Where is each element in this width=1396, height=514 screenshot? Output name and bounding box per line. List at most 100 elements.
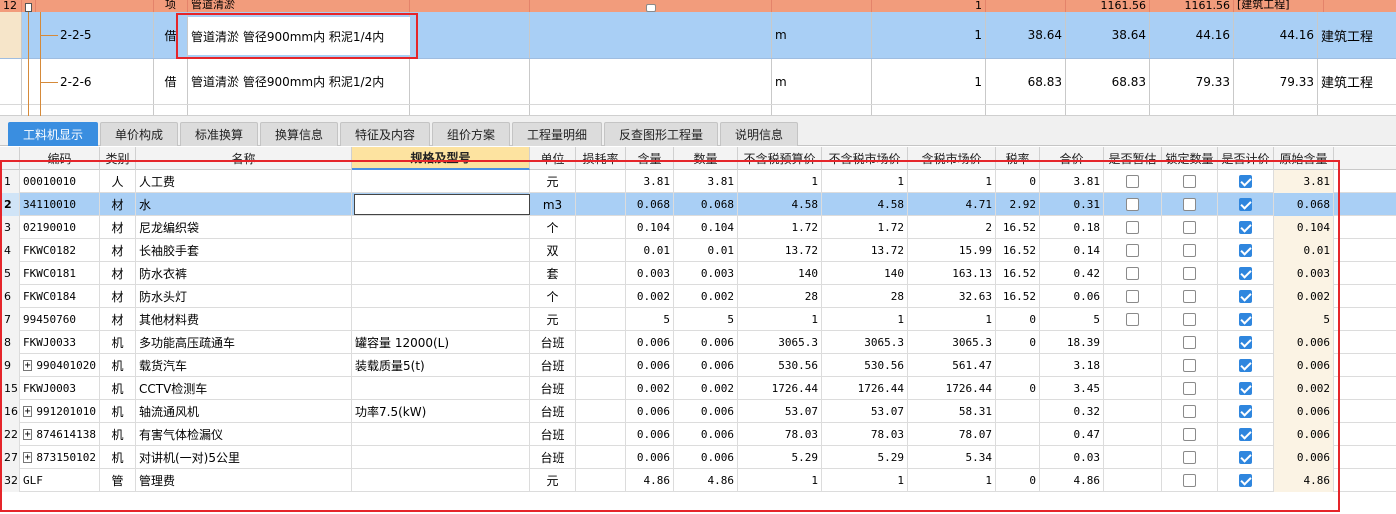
table-row[interactable]: 22 +874614138 机有害气体检漏仪 台班 0.006 0.006 78.03 78.… [0, 423, 1396, 446]
item-quantity[interactable]: 5 [674, 308, 738, 331]
item-quantity[interactable]: 0.006 [674, 446, 738, 469]
table-row[interactable]: 1 00010010 人人工费元 3.81 3.81 1 1 1 0 3.81 3.81 [0, 170, 1396, 193]
col-total[interactable]: 合价 [1040, 147, 1104, 170]
item-name[interactable]: 其他材料费 [136, 308, 352, 331]
item-is-priced-checkbox[interactable] [1239, 244, 1252, 257]
item-spec[interactable] [352, 469, 530, 492]
table-row[interactable]: 32 GLF 管管理费元 4.86 4.86 1 1 1 0 4.86 4.86 [0, 469, 1396, 492]
table-row[interactable]: 6 FKWC0184 材防水头灯个 0.002 0.002 28 28 32.63 16.52 0… [0, 285, 1396, 308]
item-quantity[interactable]: 0.006 [674, 400, 738, 423]
item-code[interactable]: +873150102 [20, 446, 100, 469]
item-name[interactable]: 尼龙编织袋 [136, 216, 352, 239]
item-code[interactable]: FKWC0181 [20, 262, 100, 285]
col-tax-market-price[interactable]: 含税市场价 [908, 147, 996, 170]
item-is-estimate-checkbox[interactable] [1126, 313, 1139, 326]
item-name[interactable]: 载货汽车 [136, 354, 352, 377]
item-spec[interactable] [352, 446, 530, 469]
item-lock-qty-checkbox[interactable] [1183, 451, 1196, 464]
item-is-priced-checkbox[interactable] [1239, 290, 1252, 303]
item-name[interactable]: 防水头灯 [136, 285, 352, 308]
item-is-priced-checkbox[interactable] [1239, 382, 1252, 395]
item-is-estimate-checkbox[interactable] [1126, 267, 1139, 280]
item-content[interactable]: 5 [626, 308, 674, 331]
item-code[interactable]: FKWC0182 [20, 239, 100, 262]
item-code[interactable]: +874614138 [20, 423, 100, 446]
collapse-icon[interactable] [22, 0, 36, 12]
item-quantity[interactable]: 3.81 [674, 170, 738, 193]
item-code[interactable]: 99450760 [20, 308, 100, 331]
item-content[interactable]: 3.81 [626, 170, 674, 193]
item-name[interactable]: 人工费 [136, 170, 352, 193]
item-lock-qty-checkbox[interactable] [1183, 359, 1196, 372]
col-loss-rate[interactable]: 损耗率 [576, 147, 626, 170]
item-name[interactable]: 长袖胶手套 [136, 239, 352, 262]
table-row[interactable]: 27 +873150102 机对讲机(一对)5公里 台班 0.006 0.006 5.29 5… [0, 446, 1396, 469]
item-lock-qty-checkbox[interactable] [1183, 474, 1196, 487]
item-quantity[interactable]: 0.003 [674, 262, 738, 285]
expand-icon[interactable]: + [23, 429, 33, 440]
item-quantity[interactable]: 0.006 [674, 423, 738, 446]
item-is-priced-checkbox[interactable] [1239, 359, 1252, 372]
item-is-estimate-checkbox[interactable] [1126, 290, 1139, 303]
spec-editor[interactable] [354, 194, 530, 215]
col-is-priced[interactable]: 是否计价 [1218, 147, 1274, 170]
item-lock-qty-checkbox[interactable] [1183, 198, 1196, 211]
col-content[interactable]: 含量 [626, 147, 674, 170]
quota-name-editor[interactable]: 管道清淤 管径900mm内 积泥1/4内 [188, 17, 410, 55]
tab-features[interactable]: 特征及内容 [340, 122, 430, 146]
item-quantity[interactable]: 0.006 [674, 331, 738, 354]
top-checkbox[interactable] [645, 4, 656, 12]
item-is-estimate-checkbox[interactable] [1126, 198, 1139, 211]
item-is-priced-checkbox[interactable] [1239, 198, 1252, 211]
item-is-priced-checkbox[interactable] [1239, 267, 1252, 280]
item-name[interactable]: 有害气体检漏仪 [136, 423, 352, 446]
expand-icon[interactable]: + [23, 406, 33, 417]
table-row[interactable]: 3 02190010 材尼龙编织袋个 0.104 0.104 1.72 1.72 2 16.52… [0, 216, 1396, 239]
item-lock-qty-checkbox[interactable] [1183, 405, 1196, 418]
item-spec[interactable] [352, 262, 530, 285]
col-quantity[interactable]: 数量 [674, 147, 738, 170]
quota-name[interactable]: 管道清淤 [188, 0, 410, 12]
item-is-priced-checkbox[interactable] [1239, 474, 1252, 487]
item-code[interactable]: +990401020 [20, 354, 100, 377]
col-budget-price[interactable]: 不含税预算价 [738, 147, 822, 170]
tab-standard-conversion[interactable]: 标准换算 [180, 122, 258, 146]
item-name[interactable]: 轴流通风机 [136, 400, 352, 423]
item-name[interactable]: CCTV检测车 [136, 377, 352, 400]
item-is-estimate-checkbox[interactable] [1126, 221, 1139, 234]
item-spec[interactable] [352, 216, 530, 239]
item-content[interactable]: 0.002 [626, 377, 674, 400]
item-spec[interactable] [352, 285, 530, 308]
item-content[interactable]: 0.006 [626, 400, 674, 423]
item-name[interactable]: 多功能高压疏通车 [136, 331, 352, 354]
item-quantity[interactable]: 0.104 [674, 216, 738, 239]
col-is-estimate[interactable]: 是否暂估 [1104, 147, 1162, 170]
item-spec[interactable]: 罐容量 12000(L) [352, 331, 530, 354]
item-quantity[interactable]: 0.01 [674, 239, 738, 262]
item-is-priced-checkbox[interactable] [1239, 336, 1252, 349]
item-is-priced-checkbox[interactable] [1239, 405, 1252, 418]
item-lock-qty-checkbox[interactable] [1183, 175, 1196, 188]
item-lock-qty-checkbox[interactable] [1183, 290, 1196, 303]
item-content[interactable]: 0.003 [626, 262, 674, 285]
expand-icon[interactable]: + [23, 360, 33, 371]
table-row[interactable]: 8 FKWJ0033 机多功能高压疏通车 罐容量 12000(L) 台班 0.006 0.0… [0, 331, 1396, 354]
item-spec[interactable] [352, 377, 530, 400]
item-content[interactable]: 0.006 [626, 331, 674, 354]
tab-notes[interactable]: 说明信息 [720, 122, 798, 146]
table-row[interactable]: 9 +990401020 机载货汽车 装载质量5(t) 台班 0.006 0.006 530.… [0, 354, 1396, 377]
col-spec[interactable]: 规格及型号 [352, 147, 530, 170]
item-name[interactable]: 对讲机(一对)5公里 [136, 446, 352, 469]
item-name[interactable]: 水 [136, 193, 352, 216]
item-spec[interactable] [352, 170, 530, 193]
tab-material-display[interactable]: 工料机显示 [8, 122, 98, 146]
item-content[interactable]: 0.002 [626, 285, 674, 308]
col-original-content[interactable]: 原始含量 [1274, 147, 1334, 170]
item-content[interactable]: 0.006 [626, 446, 674, 469]
table-row[interactable]: 4 FKWC0182 材长袖胶手套双 0.01 0.01 13.72 13.72 15.99 1… [0, 239, 1396, 262]
item-spec[interactable] [352, 423, 530, 446]
item-code[interactable]: +991201010 [20, 400, 100, 423]
tab-unit-price[interactable]: 单价构成 [100, 122, 178, 146]
item-spec[interactable] [352, 308, 530, 331]
table-row[interactable]: 2 34110010 材水 m3 0.068 0.068 4.58 4.58 4.71 2.92 0… [0, 193, 1396, 216]
